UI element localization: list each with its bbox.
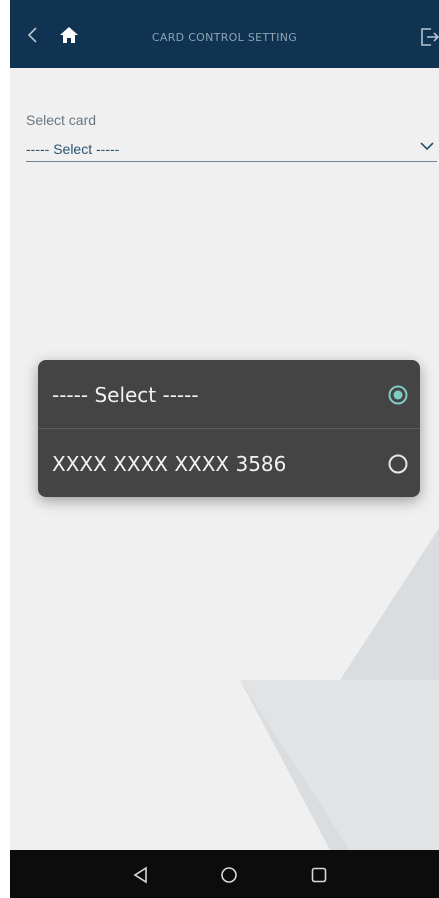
dialog-option-select[interactable]: ----- Select ----- (38, 360, 420, 429)
nav-recent-icon[interactable] (310, 866, 328, 884)
dialog-option-card-3586[interactable]: XXXX XXXX XXXX 3586 (38, 429, 420, 497)
nav-back-icon[interactable] (132, 866, 150, 884)
app-bar: CARD CONTROL SETTING (10, 0, 439, 68)
logout-icon[interactable] (419, 26, 439, 48)
option-label: ----- Select ----- (52, 383, 199, 407)
nav-home-icon[interactable] (220, 866, 238, 884)
system-nav-bar (10, 850, 439, 898)
radio-unselected-icon[interactable] (388, 454, 408, 474)
screen: CARD CONTROL SETTING Select card ----- S… (10, 0, 439, 898)
page-title: CARD CONTROL SETTING (151, 31, 298, 44)
radio-selected-icon[interactable] (388, 385, 408, 405)
card-select-dialog: ----- Select ----- XXXX XXXX XXXX 3586 (38, 360, 420, 497)
option-label: XXXX XXXX XXXX 3586 (52, 452, 287, 476)
